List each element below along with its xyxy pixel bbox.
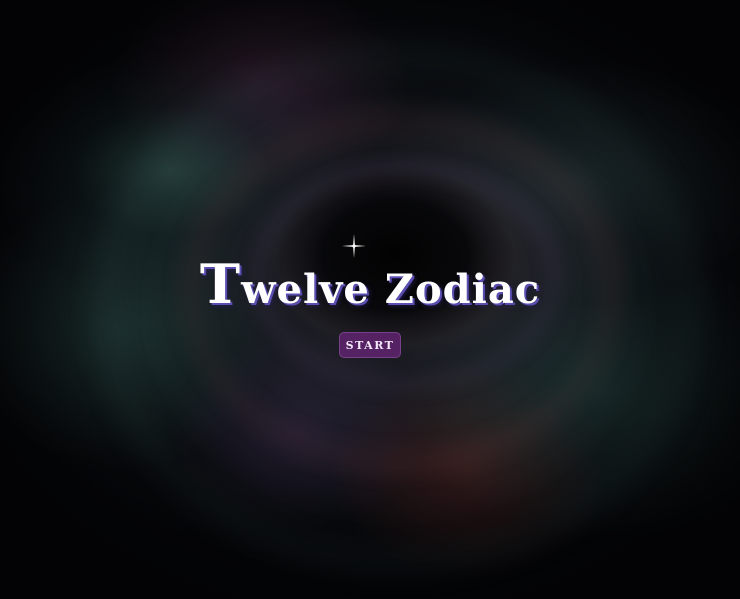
start-button[interactable]: START [339, 332, 401, 358]
game-title-rest: welve Zodiac [241, 266, 541, 313]
nebula-background: Twelve Zodiac START [0, 0, 740, 599]
game-title-initial: T [199, 252, 242, 316]
game-title: Twelve Zodiac [0, 252, 740, 316]
